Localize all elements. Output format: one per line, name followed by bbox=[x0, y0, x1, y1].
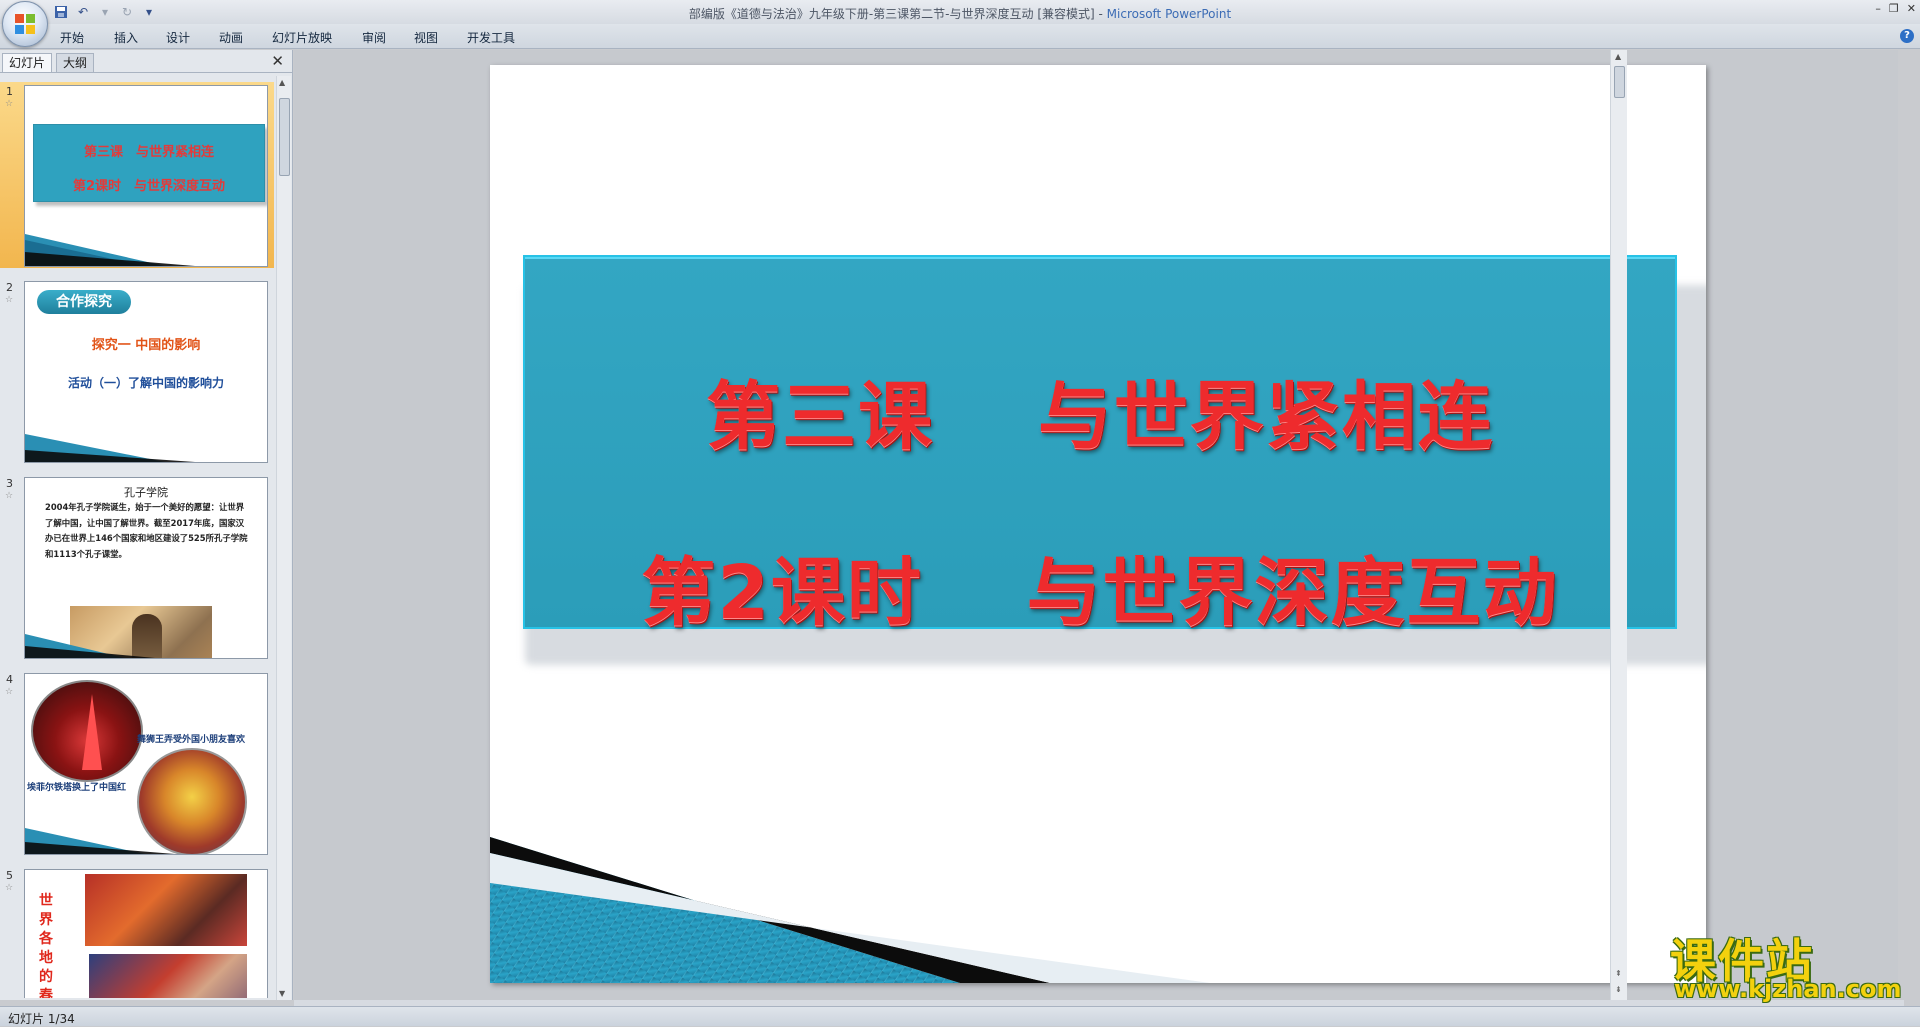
slide-thumbnail-4[interactable]: 舞狮王弄受外国小朋友喜欢 埃菲尔铁塔换上了中国红 bbox=[24, 673, 268, 855]
transition-star-icon: ☆ bbox=[5, 687, 14, 697]
tab-insert[interactable]: 插入 bbox=[114, 29, 138, 46]
slide-thumbnail-1[interactable]: 第三课 与世界紧相连 第2课时 与世界深度互动 bbox=[24, 85, 268, 267]
corner-decoration bbox=[25, 434, 195, 462]
caption-eiffel-tower: 埃菲尔铁塔换上了中国红 bbox=[27, 783, 127, 793]
title-bar: ↶ ▾ ↻ ▾ 部编版《道德与法治》九年级下册-第三课第二节-与世界深度互动 [… bbox=[0, 0, 1920, 24]
site-watermark: 课件站 www.kjzhan.com bbox=[1670, 925, 1902, 1003]
transition-star-icon: ☆ bbox=[5, 491, 14, 501]
tab-view[interactable]: 视图 bbox=[414, 29, 438, 46]
slide-number: 5 bbox=[6, 869, 13, 882]
ribbon-tabs: 开始 插入 设计 动画 幻灯片放映 审阅 视图 开发工具 ? bbox=[0, 24, 1920, 49]
restore-button[interactable]: ❐ bbox=[1889, 2, 1899, 15]
slide-thumbnail-2[interactable]: 合作探究 探究一 中国的影响 活动（一）了解中国的影响力 bbox=[24, 281, 268, 463]
editor-scrollbar[interactable]: ▲ ⇞ ⇟ bbox=[1610, 50, 1627, 1000]
thumbnail-title-line-1: 第三课 与世界紧相连 bbox=[83, 145, 214, 160]
office-button[interactable] bbox=[2, 1, 48, 47]
tab-developer[interactable]: 开发工具 bbox=[467, 29, 515, 46]
slide-number: 4 bbox=[6, 673, 13, 686]
next-slide-icon[interactable]: ⇟ bbox=[1615, 985, 1622, 994]
current-slide[interactable]: 第三课 与世界紧相连 第2课时 与世界深度互动 bbox=[490, 65, 1706, 983]
slide-thumbnail-3[interactable]: 孔子学院 2004年孔子学院诞生，始于一个美好的愿望：让世界了解中国，让中国了解… bbox=[24, 477, 268, 659]
thumbnail-row-5[interactable]: 5 ☆ 世界各地的春 bbox=[0, 866, 274, 998]
thumbnail-title-box: 第三课 与世界紧相连 第2课时 与世界深度互动 bbox=[33, 124, 265, 202]
title-box[interactable]: 第三课 与世界紧相连 第2课时 与世界深度互动 bbox=[523, 255, 1677, 636]
app-name: Microsoft PowerPoint bbox=[1106, 7, 1232, 21]
tab-review[interactable]: 审阅 bbox=[362, 29, 386, 46]
thumbnail-list: 1 ☆ 第三课 与世界紧相连 第2课时 与世界深度互动 2 ☆ 合作探究 探究一 bbox=[0, 82, 274, 998]
status-bar: 幻灯片 1/34 bbox=[0, 1006, 1920, 1026]
scroll-thumb[interactable] bbox=[1614, 66, 1625, 98]
corner-decoration bbox=[25, 828, 175, 854]
caption-lion-dance: 舞狮王弄受外国小朋友喜欢 bbox=[137, 735, 246, 745]
slide-editor: 第三课 与世界紧相连 第2课时 与世界深度互动 bbox=[294, 50, 1898, 1000]
slide-number: 1 bbox=[6, 85, 13, 98]
eiffel-tower-image bbox=[31, 680, 143, 782]
transition-star-icon: ☆ bbox=[5, 99, 14, 109]
window-title: 部编版《道德与法治》九年级下册-第三课第二节-与世界深度互动 [兼容模式] - … bbox=[0, 5, 1920, 22]
thumbnail-row-3[interactable]: 3 ☆ 孔子学院 2004年孔子学院诞生，始于一个美好的愿望：让世界了解中国，让… bbox=[0, 474, 274, 660]
thumbnail-activity: 活动（一）了解中国的影响力 bbox=[67, 376, 224, 390]
slide-thumbnail-5[interactable]: 世界各地的春 bbox=[24, 869, 268, 998]
corner-decoration bbox=[25, 634, 155, 658]
watermark-url: www.kjzhan.com bbox=[1674, 975, 1902, 1003]
thumbnail-row-1[interactable]: 1 ☆ 第三课 与世界紧相连 第2课时 与世界深度互动 bbox=[0, 82, 274, 268]
slide-title-line-1[interactable]: 第三课 与世界紧相连 bbox=[525, 357, 1675, 464]
previous-slide-icon[interactable]: ⇞ bbox=[1615, 969, 1622, 978]
tab-slide-show[interactable]: 幻灯片放映 bbox=[272, 29, 332, 46]
scroll-up-icon[interactable]: ▲ bbox=[1615, 52, 1621, 61]
scroll-down-icon[interactable]: ▼ bbox=[279, 989, 285, 998]
vertical-title: 世界各地的春 bbox=[39, 893, 53, 998]
thumbnail-row-4[interactable]: 4 ☆ 舞狮王弄受外国小朋友喜欢 埃菲尔铁塔换上了中国红 bbox=[0, 670, 274, 856]
scroll-thumb[interactable] bbox=[279, 98, 290, 176]
thumbnail-scrollbar[interactable]: ▲ ▼ bbox=[276, 76, 291, 1000]
tab-slides[interactable]: 幻灯片 bbox=[2, 53, 53, 72]
close-button[interactable]: ✕ bbox=[1907, 2, 1916, 15]
thumbnail-row-2[interactable]: 2 ☆ 合作探究 探究一 中国的影响 活动（一）了解中国的影响力 bbox=[0, 278, 274, 464]
slide-counter: 幻灯片 1/34 bbox=[8, 1012, 75, 1026]
thumbnail-title: 孔子学院 bbox=[124, 486, 168, 499]
window-controls: – ❐ ✕ bbox=[1875, 2, 1916, 15]
transition-star-icon: ☆ bbox=[5, 883, 14, 893]
slides-pane: 幻灯片 大纲 ✕ 1 ☆ 第三课 与世界紧相连 第2课时 与世界深度互动 2 ☆… bbox=[0, 50, 293, 1000]
thumbnail-title-line-2: 第2课时 与世界深度互动 bbox=[72, 179, 226, 194]
festival-photo-2 bbox=[89, 954, 247, 998]
corner-decoration bbox=[490, 837, 1210, 983]
thumbnail-subtitle: 探究一 中国的影响 bbox=[91, 338, 201, 353]
slide-number: 3 bbox=[6, 477, 13, 490]
slide-title-line-2[interactable]: 第2课时 与世界深度互动 bbox=[525, 533, 1675, 640]
badge: 合作探究 bbox=[37, 290, 131, 314]
tab-outline[interactable]: 大纲 bbox=[56, 53, 95, 72]
festival-photo-1 bbox=[85, 874, 247, 946]
pane-tabs: 幻灯片 大纲 ✕ bbox=[0, 50, 292, 73]
minimize-button[interactable]: – bbox=[1875, 2, 1881, 15]
slide-number: 2 bbox=[6, 281, 13, 294]
help-icon[interactable]: ? bbox=[1900, 29, 1914, 43]
tab-design[interactable]: 设计 bbox=[166, 29, 190, 46]
office-logo-icon bbox=[15, 14, 35, 34]
close-pane-icon[interactable]: ✕ bbox=[271, 52, 284, 70]
thumbnail-body-text: 2004年孔子学院诞生，始于一个美好的愿望：让世界了解中国，让中国了解世界。截至… bbox=[45, 502, 248, 559]
tab-animations[interactable]: 动画 bbox=[219, 29, 243, 46]
scroll-up-icon[interactable]: ▲ bbox=[279, 78, 285, 87]
corner-decoration bbox=[25, 234, 195, 266]
transition-star-icon: ☆ bbox=[5, 295, 14, 305]
tab-home[interactable]: 开始 bbox=[60, 29, 84, 46]
document-title: 部编版《道德与法治》九年级下册-第三课第二节-与世界深度互动 [兼容模式] - bbox=[688, 7, 1107, 21]
